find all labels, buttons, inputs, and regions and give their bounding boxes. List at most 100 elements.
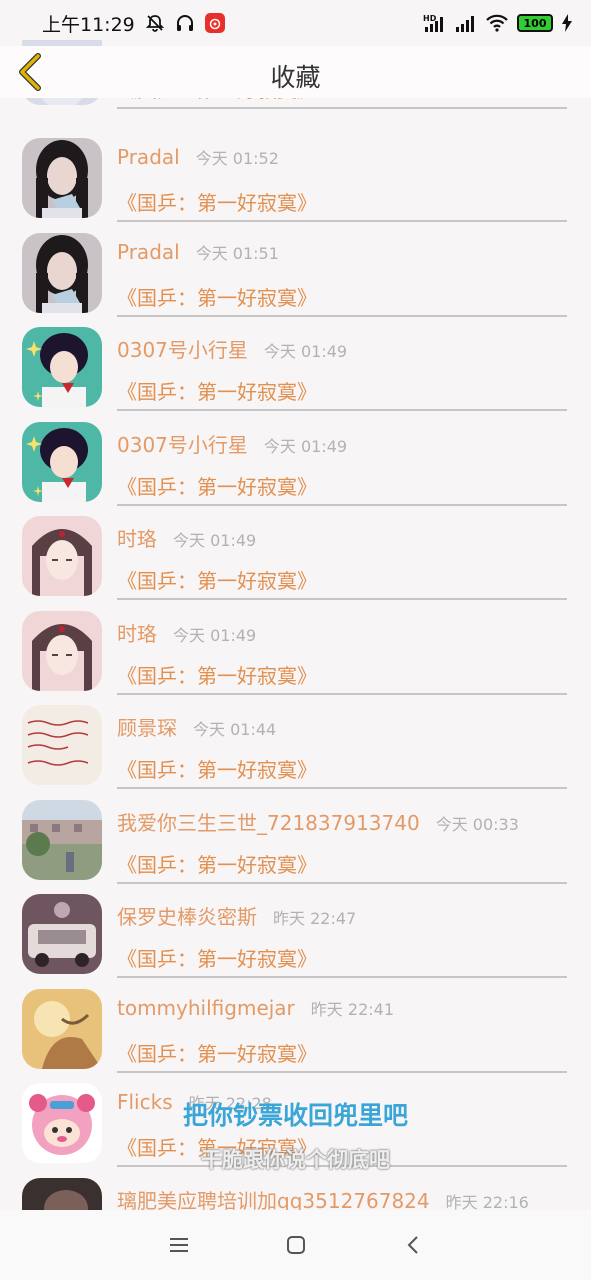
user-name[interactable]: 时珞: [117, 523, 157, 552]
message-text[interactable]: 《国乒：第一好寂寞》: [117, 1038, 317, 1067]
subtitle-line-1: 把你钞票收回兜里吧: [182, 1101, 408, 1130]
timestamp: 今天 01:49: [263, 342, 348, 361]
battery-indicator: 100: [517, 14, 553, 32]
user-name[interactable]: 0307号小行星: [117, 429, 248, 458]
divider: [117, 314, 567, 317]
user-name[interactable]: 璃肥美应聘培训加qq3512767824: [117, 1185, 430, 1211]
message-text[interactable]: 《国乒：第一好寂寞》: [117, 943, 317, 972]
timestamp: 今天 01:49: [173, 625, 257, 645]
user-name[interactable]: 顾景琛: [117, 712, 177, 741]
charging-icon: [561, 13, 573, 33]
home-button[interactable]: [276, 1225, 316, 1265]
list-item[interactable]: 时珞 今天 01:49 《国乒：第一好寂寞》: [0, 516, 591, 611]
svg-text:HD: HD: [423, 14, 437, 23]
list-item[interactable]: 顾景琛 今天 01:44 《国乒：第一好寂寞》: [0, 705, 591, 800]
timestamp: 昨天 22:41: [310, 999, 394, 1019]
status-time: 上午11:29: [42, 13, 135, 36]
divider: [117, 1070, 567, 1073]
timestamp: 今天 01:44: [193, 720, 277, 739]
name-row: 时珞 今天 01:49: [117, 618, 571, 647]
divider: [117, 881, 567, 884]
dark-photo-icon[interactable]: [22, 1177, 102, 1210]
sunset-photo-icon[interactable]: [22, 988, 102, 1069]
menu-icon: [169, 1238, 188, 1252]
signal-bars-icon: [455, 13, 477, 33]
message-text[interactable]: 《国乒：第一好寂寞》: [117, 849, 317, 878]
timestamp: 今天 01:52: [195, 149, 279, 168]
mute-bell-icon: [145, 13, 165, 33]
timestamp: 今天 01:51: [195, 243, 279, 263]
status-left: 上午11:29: [42, 10, 225, 37]
message-text[interactable]: 《国乒：第一好寂寞》: [117, 282, 317, 311]
wifi-icon: [485, 13, 509, 33]
divider: [117, 220, 567, 222]
timestamp: 昨天 22:16: [445, 1192, 529, 1211]
divider: [117, 503, 567, 506]
status-right: HD 100: [423, 13, 573, 33]
list-item[interactable]: Pradal 今天 01:51 《国乒：第一好寂寞》: [0, 232, 591, 328]
header-bar: 收藏: [0, 46, 591, 98]
girl-photo-icon[interactable]: [22, 138, 102, 218]
anime-girl-icon[interactable]: [22, 421, 102, 502]
message-text[interactable]: 《国乒：第一好寂寞》: [117, 565, 317, 594]
message-text[interactable]: 《国乒：第一好寂寞》: [117, 471, 317, 500]
system-nav-bar: [0, 1210, 591, 1280]
message-text[interactable]: 《国乒：第一好寂寞》: [117, 660, 317, 689]
divider: [117, 976, 567, 978]
home-square-icon: [286, 1236, 305, 1254]
list-item[interactable]: 保罗史棒炎密斯 昨天 22:47 《国乒：第一好寂寞》: [0, 894, 591, 989]
list-item[interactable]: tommyhilfigmejar 昨天 22:41 《国乒：第一好寂寞》: [0, 988, 591, 1084]
name-row: tommyhilfigmejar 昨天 22:41: [117, 996, 571, 1020]
message-text[interactable]: 《国乒：第一好寂寞》: [117, 754, 317, 783]
list-item[interactable]: Pradal 今天 01:52 《国乒：第一好寂寞》: [0, 138, 591, 233]
user-name[interactable]: tommyhilfigmejar: [117, 996, 295, 1020]
user-name[interactable]: 我爱你三生三世_721837913740: [117, 807, 420, 836]
favorites-list[interactable]: 《国乒：第一好寂寞》 Pradal 今天 01:52 《国乒：第一好寂寞》 Pr…: [0, 40, 591, 1210]
girl-photo-icon[interactable]: [22, 232, 102, 313]
anime-girl-icon[interactable]: [22, 327, 102, 407]
list-item[interactable]: 我爱你三生三世_721837913740 今天 00:33 《国乒：第一好寂寞》: [0, 799, 591, 895]
name-row: 顾景琛 今天 01:44: [117, 712, 571, 741]
list-item[interactable]: 0307号小行星 今天 01:49 《国乒：第一好寂寞》: [0, 421, 591, 517]
divider: [117, 107, 567, 109]
name-row: 0307号小行星 今天 01:49: [117, 334, 571, 363]
chevron-left-icon: [407, 1236, 418, 1254]
street-photo-icon[interactable]: [22, 799, 102, 880]
hd-signal-icon: HD: [423, 13, 447, 33]
user-name[interactable]: Pradal: [117, 240, 180, 264]
name-row: Pradal 今天 01:52: [117, 145, 571, 169]
divider: [117, 692, 567, 695]
menu-button[interactable]: [159, 1225, 199, 1265]
message-text[interactable]: 《国乒：第一好寂寞》: [117, 187, 317, 216]
name-row: 时珞 今天 01:49: [117, 523, 571, 552]
list-item[interactable]: 时珞 今天 01:49 《国乒：第一好寂寞》: [0, 610, 591, 706]
name-row: 我爱你三生三世_721837913740 今天 00:33: [117, 807, 571, 836]
subtitle-line-2: 干脆跟你说个彻底吧: [201, 1148, 390, 1172]
user-name[interactable]: 时珞: [117, 618, 157, 647]
name-row: 璃肥美应聘培训加qq3512767824 昨天 22:16: [117, 1185, 571, 1211]
divider: [117, 787, 567, 789]
timestamp: 昨天 22:47: [273, 909, 357, 928]
user-name[interactable]: 保罗史棒炎密斯: [117, 901, 257, 930]
weibo-app-icon: [204, 13, 225, 33]
handwriting-icon[interactable]: [22, 705, 102, 785]
headphones-icon: [175, 13, 195, 33]
divider: [117, 598, 567, 600]
car-photo-icon[interactable]: [22, 894, 102, 974]
system-back-button[interactable]: [393, 1225, 433, 1265]
message-text[interactable]: 《国乒：第一好寂寞》: [117, 376, 317, 405]
list-item[interactable]: 璃肥美应聘培训加qq3512767824 昨天 22:16: [0, 1177, 591, 1211]
name-row: 0307号小行星 今天 01:49: [117, 429, 571, 458]
list-item[interactable]: 0307号小行星 今天 01:49 《国乒：第一好寂寞》: [0, 327, 591, 422]
timestamp: 今天 01:49: [263, 436, 348, 456]
name-row: Pradal 今天 01:51: [117, 240, 571, 264]
anime-boy-icon[interactable]: [22, 610, 102, 691]
timestamp: 今天 01:49: [173, 531, 257, 550]
divider: [117, 409, 567, 411]
timestamp: 今天 00:33: [435, 814, 519, 834]
name-row: 保罗史棒炎密斯 昨天 22:47: [117, 901, 571, 930]
page-title: 收藏: [270, 63, 321, 92]
anime-boy-icon[interactable]: [22, 516, 102, 596]
user-name[interactable]: Pradal: [117, 145, 180, 169]
user-name[interactable]: 0307号小行星: [117, 334, 248, 363]
